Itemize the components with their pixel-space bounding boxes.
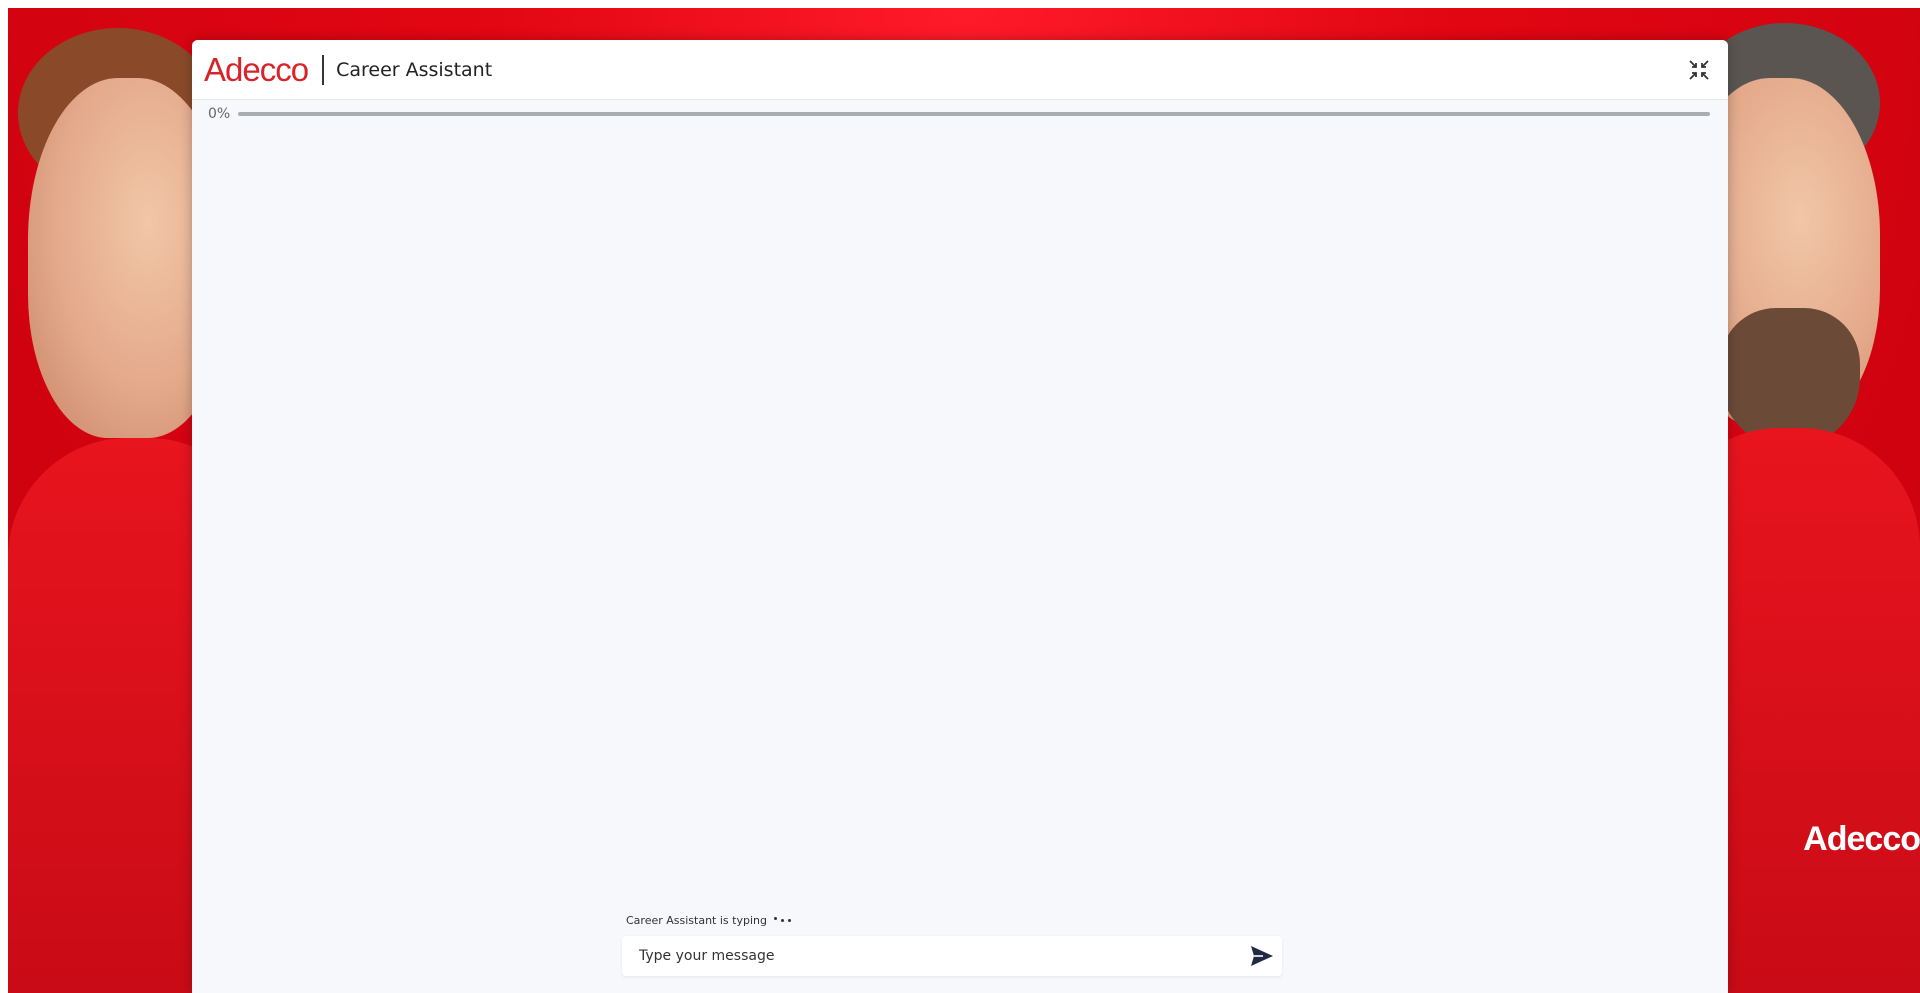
- send-icon[interactable]: [1250, 945, 1274, 967]
- chat-window: Adecco Career Assistant 0% Career Assist…: [192, 40, 1728, 993]
- chat-header: Adecco Career Assistant: [192, 40, 1728, 100]
- typing-text: Career Assistant is typing: [626, 914, 767, 927]
- typing-dots-icon: [773, 917, 791, 922]
- background-logo: Adecco: [1803, 820, 1920, 858]
- progress-label: 0%: [208, 106, 231, 122]
- progress-bar: [238, 112, 1710, 116]
- message-composer: [622, 936, 1282, 976]
- brand-logo: Adecco: [204, 51, 309, 88]
- typing-indicator: Career Assistant is typing: [626, 914, 791, 927]
- page-title: Career Assistant: [336, 58, 493, 81]
- header-divider: [322, 54, 325, 85]
- message-input[interactable]: [637, 947, 1231, 965]
- minimize-icon[interactable]: [1688, 59, 1710, 81]
- progress-row: 0%: [192, 102, 1728, 126]
